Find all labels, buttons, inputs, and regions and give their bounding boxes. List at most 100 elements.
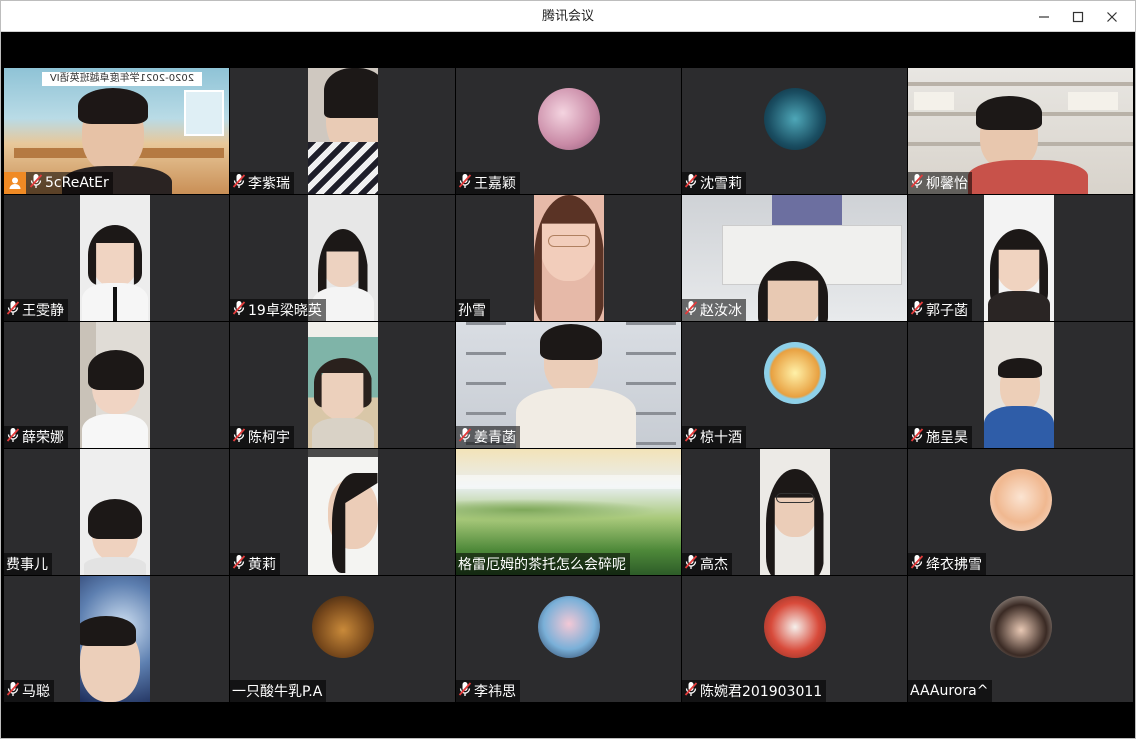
video-feed [984, 322, 1054, 448]
mic-muted-icon [29, 173, 45, 193]
meeting-window: 腾讯会议 2020-2021学年度卓越班英语IV 5cReAtEr 李紫瑞 王嘉… [0, 0, 1136, 739]
participant-label: 费事儿 [4, 553, 52, 575]
banner-text: 2020-2021学年度卓越班英语IV [42, 72, 202, 86]
maximize-button[interactable] [1061, 1, 1095, 32]
participant-name: 马聪 [22, 684, 50, 700]
participant-tile[interactable]: 沈雪莉 [682, 68, 907, 194]
participant-name: 赵汝冰 [700, 303, 742, 319]
host-badge [4, 172, 26, 194]
participant-name: 李紫瑞 [248, 176, 290, 192]
participant-name: 绛衣拂雪 [926, 557, 982, 573]
mic-muted-icon [684, 554, 700, 574]
participant-label: 格雷厄姆的茶托怎么会碎呢 [456, 553, 630, 575]
video-feed [80, 195, 150, 321]
participant-label: 椋十酒 [682, 426, 746, 448]
participant-tile[interactable]: 孙雪 [456, 195, 681, 321]
maximize-icon [1072, 11, 1084, 22]
participant-label: 马聪 [4, 680, 54, 702]
participant-tile[interactable]: 薛荣娜 [4, 322, 229, 448]
participant-tile[interactable]: 陈婉君201903011 [682, 576, 907, 702]
video-feed [307, 68, 378, 194]
participant-name: 陈婉君201903011 [700, 684, 823, 700]
video-feed [307, 322, 378, 448]
participant-tile[interactable]: 王雯静 [4, 195, 229, 321]
toolbar-area [1, 703, 1135, 738]
avatar [537, 88, 600, 150]
participant-tile[interactable]: 陈柯宇 [230, 322, 455, 448]
participant-name: 王雯静 [22, 303, 64, 319]
participant-tile[interactable]: 柳馨怡 [908, 68, 1133, 194]
participant-label: 柳馨怡 [908, 172, 972, 194]
participant-label: 孙雪 [456, 299, 490, 321]
participant-tile[interactable]: 李紫瑞 [230, 68, 455, 194]
participant-label: 沈雪莉 [682, 172, 746, 194]
participant-label: 黄莉 [230, 553, 280, 575]
participant-label: 陈婉君201903011 [682, 680, 827, 702]
participant-tile[interactable]: 椋十酒 [682, 322, 907, 448]
participant-name: 郭子菡 [926, 303, 968, 319]
participant-name: 陈柯宇 [248, 430, 290, 446]
mic-muted-icon [910, 173, 926, 193]
mic-muted-icon [458, 681, 474, 701]
participant-tile[interactable]: 费事儿 [4, 449, 229, 575]
avatar [763, 596, 826, 658]
participant-name: 5cReAtEr [45, 175, 109, 191]
mic-muted-icon [6, 681, 22, 701]
avatar [763, 88, 826, 150]
participant-name: 孙雪 [458, 303, 486, 319]
host-icon [9, 177, 21, 189]
video-feed [984, 195, 1054, 321]
participant-tile[interactable]: 19卓梁晓英 [230, 195, 455, 321]
minimize-button[interactable] [1027, 1, 1061, 32]
video-feed [307, 449, 378, 575]
participant-name: AAAurora^ [910, 683, 989, 699]
participant-tile[interactable]: 绛衣拂雪 [908, 449, 1133, 575]
participant-tile[interactable]: 姜青菡 [456, 322, 681, 448]
participant-tile[interactable]: 李祎思 [456, 576, 681, 702]
participant-name: 王嘉颖 [474, 176, 516, 192]
avatar [763, 342, 826, 404]
participant-name: 费事儿 [6, 557, 48, 573]
participant-tile[interactable]: 赵汝冰 [682, 195, 907, 321]
mic-muted-icon [458, 427, 474, 447]
mic-muted-icon [232, 173, 248, 193]
participant-tile[interactable]: AAAurora^ [908, 576, 1133, 702]
close-button[interactable] [1095, 1, 1129, 32]
participant-tile[interactable]: 施呈昊 [908, 322, 1133, 448]
close-icon [1107, 11, 1117, 22]
mic-muted-icon [684, 173, 700, 193]
mic-muted-icon [6, 427, 22, 447]
video-feed [533, 195, 604, 321]
participant-label: 一只酸牛乳P.A [230, 680, 327, 702]
mic-muted-icon [910, 554, 926, 574]
participant-tile[interactable]: 王嘉颖 [456, 68, 681, 194]
participant-label: 姜青菡 [456, 426, 520, 448]
participant-tile[interactable]: 马聪 [4, 576, 229, 702]
participant-label: 绛衣拂雪 [908, 553, 986, 575]
avatar [311, 596, 374, 658]
mic-muted-icon [684, 427, 700, 447]
participant-tile[interactable]: 一只酸牛乳P.A [230, 576, 455, 702]
participant-tile[interactable]: 郭子菡 [908, 195, 1133, 321]
participant-name: 19卓梁晓英 [248, 303, 322, 319]
mic-muted-icon [6, 300, 22, 320]
video-feed [759, 449, 830, 575]
participant-tile[interactable]: 黄莉 [230, 449, 455, 575]
participant-tile[interactable]: 高杰 [682, 449, 907, 575]
participant-name: 施呈昊 [926, 430, 968, 446]
participant-name: 格雷厄姆的茶托怎么会碎呢 [458, 557, 626, 573]
title-bar[interactable]: 腾讯会议 [1, 1, 1135, 32]
participant-name: 薛荣娜 [22, 430, 64, 446]
video-feed [80, 449, 150, 575]
participant-tile[interactable]: 2020-2021学年度卓越班英语IV 5cReAtEr [4, 68, 229, 194]
window-decor [184, 90, 224, 136]
participant-label: AAAurora^ [908, 680, 993, 702]
participant-grid: 2020-2021学年度卓越班英语IV 5cReAtEr 李紫瑞 王嘉颖 沈雪莉… [4, 68, 1133, 702]
participant-name: 高杰 [700, 557, 728, 573]
participant-label: 赵汝冰 [682, 299, 746, 321]
participant-label: 王嘉颖 [456, 172, 520, 194]
mic-muted-icon [458, 173, 474, 193]
participant-tile[interactable]: 格雷厄姆的茶托怎么会碎呢 [456, 449, 681, 575]
minimize-icon [1039, 15, 1049, 18]
participant-label: 施呈昊 [908, 426, 972, 448]
